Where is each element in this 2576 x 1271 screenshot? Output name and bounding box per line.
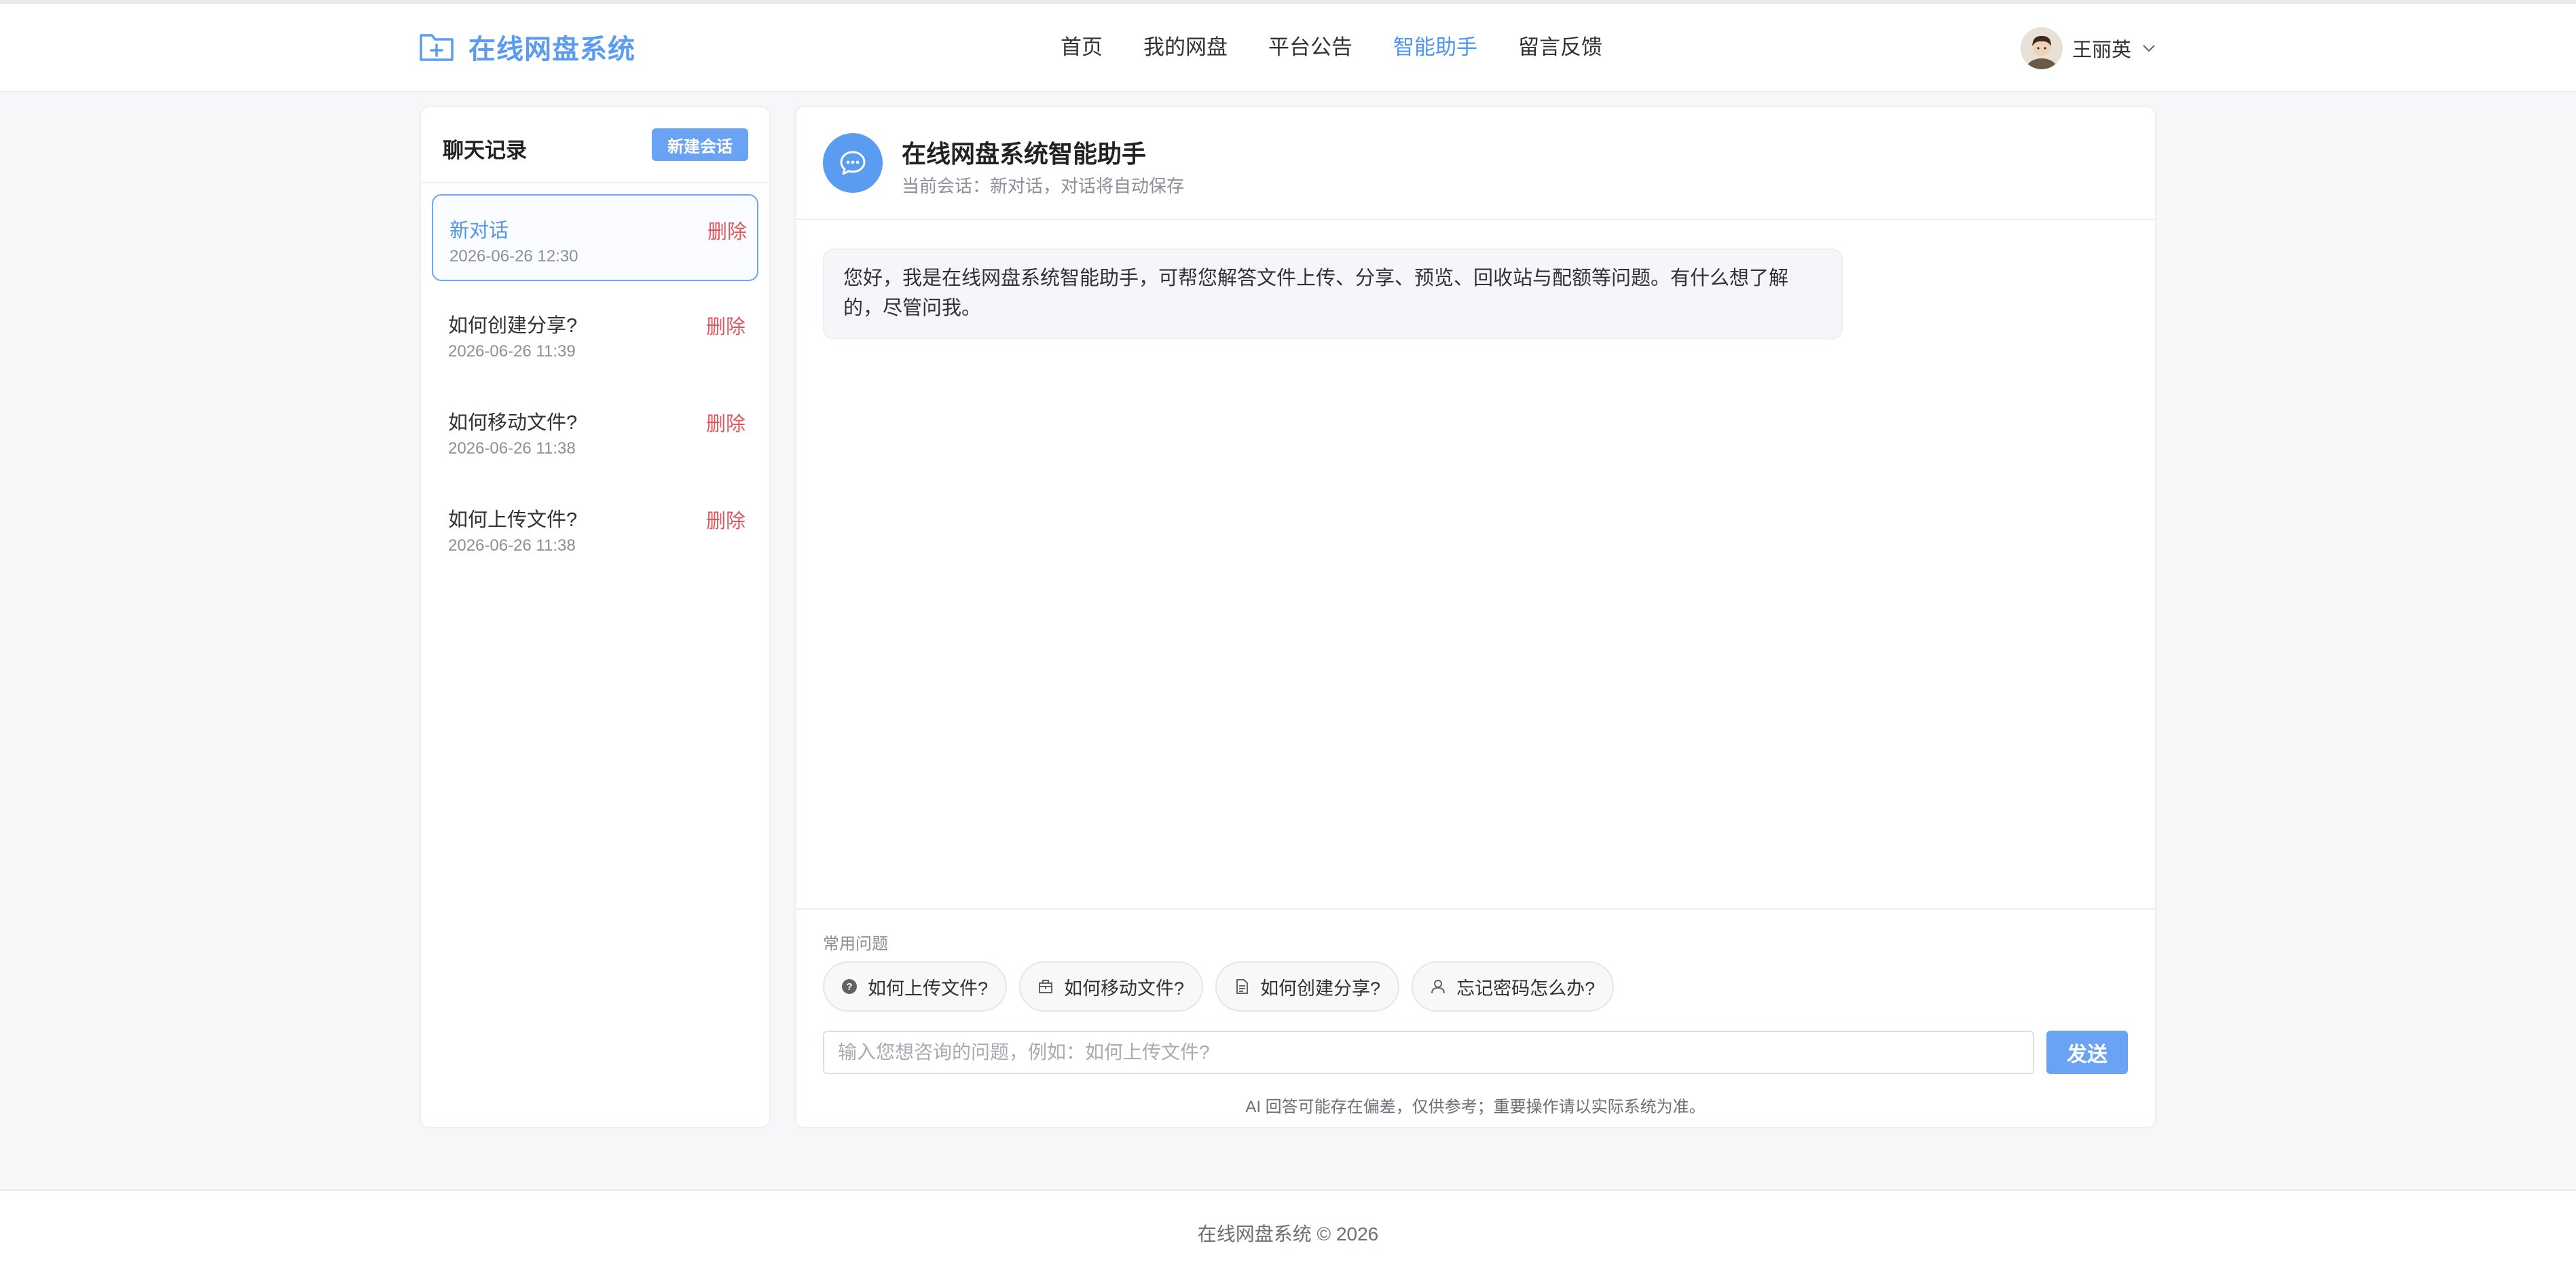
chat-bubble-icon bbox=[823, 133, 883, 193]
user-name: 王丽英 bbox=[2072, 39, 2132, 61]
faq-chip-label: 如何上传文件? bbox=[868, 978, 989, 999]
assistant-message: 您好，我是在线网盘系统智能助手，可帮您解答文件上传、分享、预览、回收站与配额等问… bbox=[823, 248, 1843, 339]
user-menu[interactable]: 王丽英 bbox=[2021, 27, 2157, 69]
new-conversation-button[interactable]: 新建会话 bbox=[652, 128, 748, 161]
delete-conversation-button[interactable]: 删除 bbox=[706, 311, 746, 339]
send-button[interactable]: 发送 bbox=[2046, 1031, 2128, 1074]
chat-subtitle: 当前会话：新对话，对话将自动保存 bbox=[902, 176, 1185, 196]
conversation-time: 2026-06-26 11:39 bbox=[448, 342, 576, 361]
ai-disclaimer: AI 回答可能存在偏差，仅供参考；重要操作请以实际系统为准。 bbox=[1245, 1098, 1706, 1116]
nav-item-my-drive[interactable]: 我的网盘 bbox=[1143, 34, 1228, 61]
brand-name: 在线网盘系统 bbox=[468, 35, 636, 65]
chat-history-title: 聊天记录 bbox=[443, 139, 527, 162]
chat-input-area: 常用问题 ? 如何上传文件? 如何移动文件? 如何创建分享? 忘记密码怎么办? … bbox=[796, 908, 2155, 1128]
faq-chip-label: 如何创建分享? bbox=[1260, 978, 1381, 999]
conversation-item[interactable]: 如何创建分享? 2026-06-26 11:39 删除 bbox=[432, 291, 758, 377]
faq-chip-move[interactable]: 如何移动文件? bbox=[1019, 961, 1204, 1012]
chat-header: 在线网盘系统智能助手 当前会话：新对话，对话将自动保存 bbox=[796, 107, 2155, 220]
chat-history-panel: 聊天记录 新建会话 新对话 2026-06-26 12:30 删除 如何创建分享… bbox=[420, 106, 771, 1128]
user-icon bbox=[1431, 980, 1446, 994]
conversation-item[interactable]: 如何上传文件? 2026-06-26 11:38 删除 bbox=[432, 485, 758, 572]
faq-chips: ? 如何上传文件? 如何移动文件? 如何创建分享? 忘记密码怎么办? bbox=[823, 961, 1626, 1012]
conversation-time: 2026-06-26 11:38 bbox=[448, 439, 576, 458]
question-icon: ? bbox=[842, 979, 857, 994]
chat-title: 在线网盘系统智能助手 bbox=[902, 140, 1147, 168]
conversation-title: 如何上传文件? bbox=[448, 509, 578, 531]
document-icon bbox=[1236, 979, 1249, 994]
chevron-down-icon bbox=[2143, 45, 2155, 52]
delete-conversation-button[interactable]: 删除 bbox=[707, 216, 747, 244]
svg-text:?: ? bbox=[846, 981, 852, 993]
conversation-title: 新对话 bbox=[449, 220, 509, 242]
question-input[interactable] bbox=[823, 1031, 2034, 1074]
avatar bbox=[2021, 27, 2063, 69]
faq-chip-share[interactable]: 如何创建分享? bbox=[1215, 961, 1400, 1012]
conversation-item[interactable]: 新对话 2026-06-26 12:30 删除 bbox=[432, 194, 758, 281]
conversation-title: 如何移动文件? bbox=[448, 412, 578, 434]
conversation-item[interactable]: 如何移动文件? 2026-06-26 11:38 删除 bbox=[432, 388, 758, 475]
delete-conversation-button[interactable]: 删除 bbox=[706, 505, 746, 534]
box-icon bbox=[1039, 980, 1053, 993]
top-header: 在线网盘系统 首页 我的网盘 平台公告 智能助手 留言反馈 王丽英 bbox=[0, 4, 2576, 92]
faq-chip-upload[interactable]: ? 如何上传文件? bbox=[823, 961, 1008, 1012]
nav-item-announcements[interactable]: 平台公告 bbox=[1268, 34, 1353, 61]
chat-history-header: 聊天记录 新建会话 bbox=[421, 107, 769, 183]
page-footer: 在线网盘系统 © 2026 bbox=[0, 1190, 2576, 1271]
folder-plus-icon bbox=[420, 34, 454, 61]
nav-item-home[interactable]: 首页 bbox=[1061, 34, 1103, 61]
main-nav: 首页 我的网盘 平台公告 智能助手 留言反馈 bbox=[1061, 34, 1643, 61]
conversation-time: 2026-06-26 12:30 bbox=[449, 247, 578, 265]
conversation-title: 如何创建分享? bbox=[448, 315, 578, 337]
delete-conversation-button[interactable]: 删除 bbox=[706, 408, 746, 437]
nav-item-feedback[interactable]: 留言反馈 bbox=[1518, 34, 1602, 61]
conversation-time: 2026-06-26 11:38 bbox=[448, 536, 576, 555]
faq-chip-password[interactable]: 忘记密码怎么办? bbox=[1412, 961, 1615, 1012]
faq-label: 常用问题 bbox=[823, 935, 888, 953]
faq-chip-label: 忘记密码怎么办? bbox=[1456, 978, 1596, 999]
brand[interactable]: 在线网盘系统 bbox=[418, 27, 636, 67]
nav-item-assistant[interactable]: 智能助手 bbox=[1393, 34, 1477, 61]
footer-copyright: 在线网盘系统 © 2026 bbox=[1197, 1223, 1379, 1245]
chat-panel: 在线网盘系统智能助手 当前会话：新对话，对话将自动保存 您好，我是在线网盘系统智… bbox=[794, 106, 2156, 1128]
faq-chip-label: 如何移动文件? bbox=[1064, 978, 1185, 999]
